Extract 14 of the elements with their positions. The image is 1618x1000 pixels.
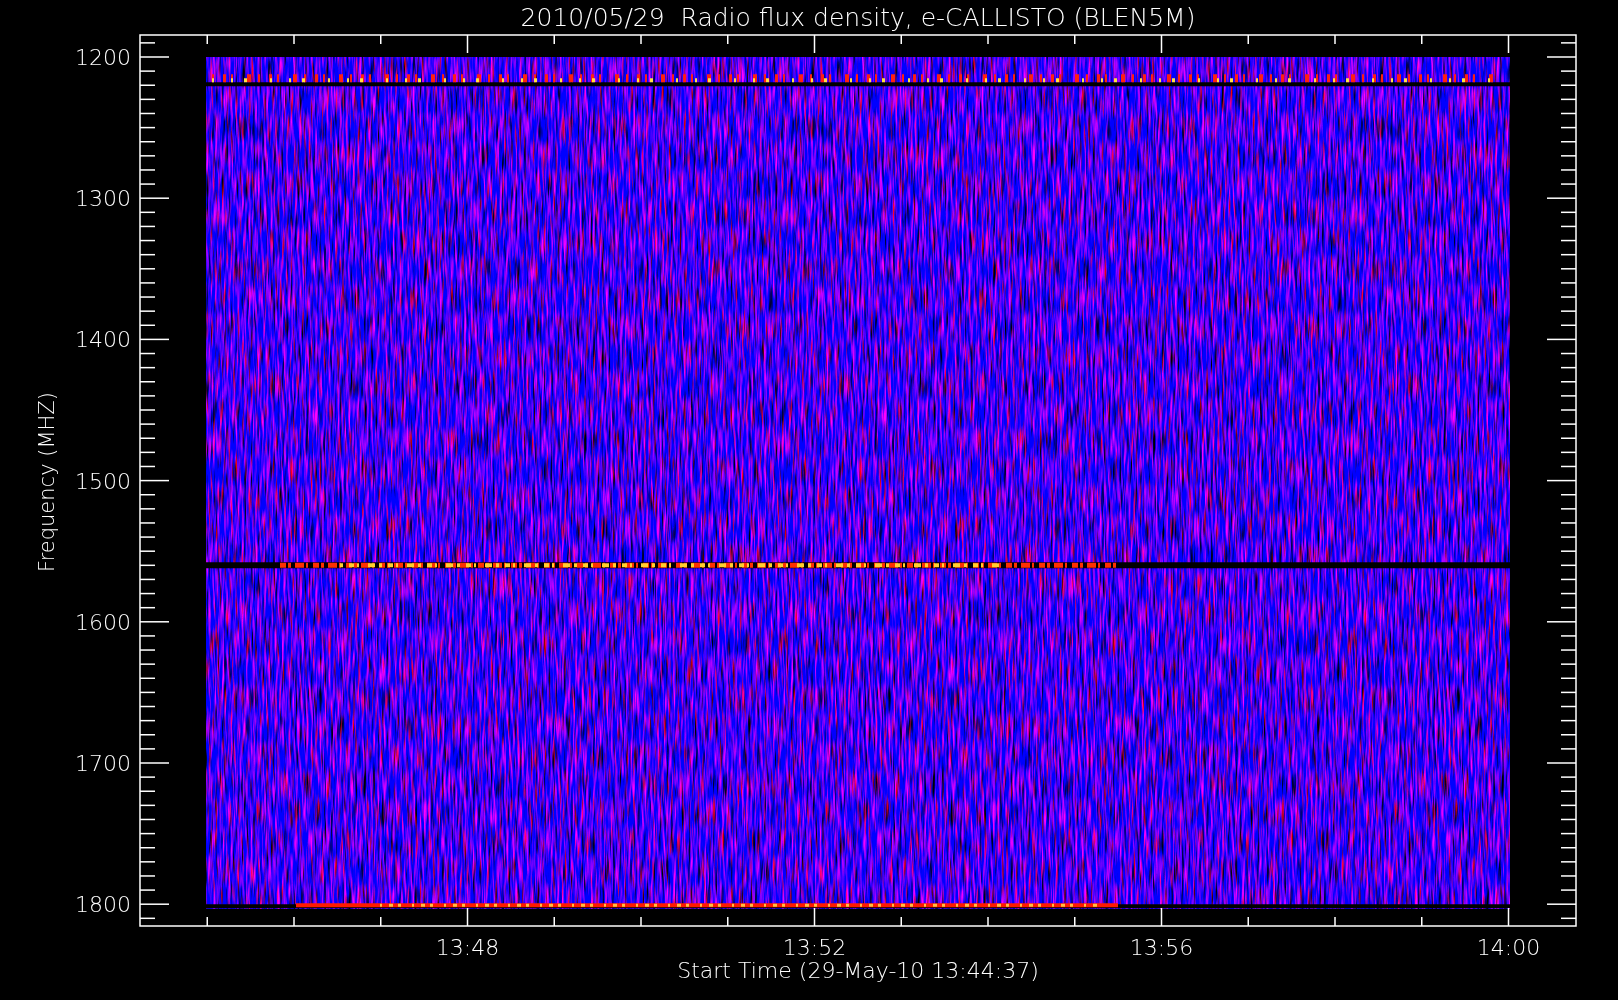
y-axis-label: Frequency (MHZ): [35, 392, 59, 572]
x-axis-label: Start Time (29-May-10 13:44:37): [677, 958, 1039, 983]
axis-tick-label: 1200: [75, 45, 131, 70]
chart-title: 2010/05/29 Radio flux density, e-CALLISTO (BLEN5M): [520, 3, 1196, 32]
axis-tick-label: 13:56: [1129, 935, 1194, 960]
axis-tick-label: 13:48: [435, 935, 500, 960]
axis-tick-label: 1700: [75, 751, 131, 776]
axis-tick-label: 1400: [75, 327, 131, 353]
axis-tick-label: 1300: [75, 186, 131, 212]
axis-tick-label: 13:52: [782, 935, 847, 960]
axis-tick-label: 1500: [75, 468, 131, 494]
axis-tick-label: 14:00: [1476, 935, 1541, 960]
axis-tick-label: 1800: [75, 892, 131, 918]
axis-tick-label: 1600: [75, 609, 131, 635]
